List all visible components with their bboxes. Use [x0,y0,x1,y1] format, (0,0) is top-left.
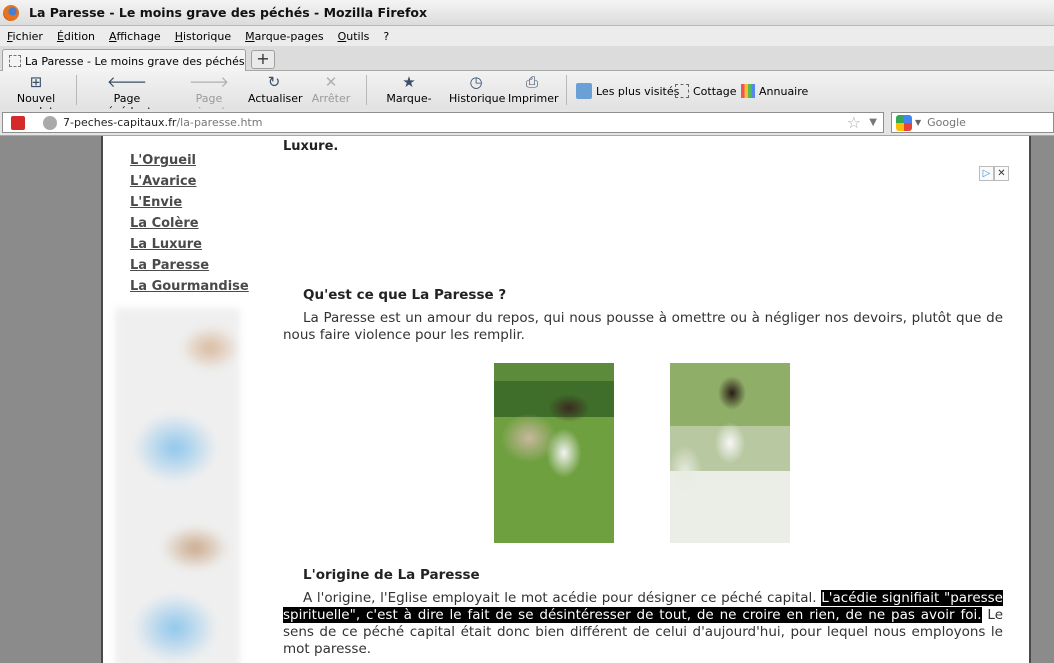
firefox-logo-icon [3,4,19,21]
back-button[interactable]: 🡐 Page précédente [84,73,170,118]
history-button[interactable]: ◷ Historique [449,73,506,108]
menu-affichage[interactable]: Affichage [102,30,168,43]
window-title: La Paresse - Le moins grave des péchés -… [29,5,428,20]
bookmark-cottage[interactable]: Cottage [675,82,737,100]
google-engine-icon[interactable] [896,114,912,131]
bookmark-label: Les plus visités [596,84,680,98]
print-button[interactable]: ⎙ Imprimer [508,73,559,108]
page-content-column: L'Orgueil L'Avarice L'Envie La Colère La… [101,136,1031,663]
chevron-down-icon[interactable]: ▼ [869,117,877,128]
menu-bar: Fichier Édition Affichage Historique Mar… [0,26,1054,46]
page-favicon-icon [9,55,21,67]
bookmark-star-icon: ★ [402,73,416,91]
new-tab-icon: ⊞ [29,73,43,91]
new-tab-toolbar-button[interactable]: ⊞ Nouvel onglet [2,73,70,118]
menu-outils[interactable]: Outils [331,30,377,43]
nav-link-paresse[interactable]: La Paresse [130,255,249,276]
clock-icon: ◷ [469,73,483,91]
bookmarks-button[interactable]: ★ Marque-pages [372,73,446,118]
menu-marque-pages[interactable]: Marque-pages [238,30,330,43]
bookmark-most-visited[interactable]: Les plus visités [576,82,679,100]
close-icon[interactable]: ✕ [994,166,1009,181]
photo-woman-in-chair [494,363,614,543]
stop-label: Arrêter [311,92,351,105]
new-tab-button[interactable]: + [251,50,275,69]
bookmark-label: Cottage [693,84,737,98]
menu-historique[interactable]: Historique [168,30,238,43]
url-domain: 7-peches-capitaux.fr [63,116,177,129]
stop-button[interactable]: ✕ Arrêter [308,74,354,108]
adchoices-icon[interactable]: ▷ [979,166,994,181]
nav-link-avarice[interactable]: L'Avarice [130,171,249,192]
nav-link-gourmandise[interactable]: La Gourmandise [130,276,249,297]
chevron-down-icon[interactable]: ▼ [915,118,921,127]
nav-link-luxure[interactable]: La Luxure [130,234,249,255]
tab-bar: La Paresse - Le moins grave des péchés + [0,46,1054,72]
page-viewport: L'Orgueil L'Avarice L'Envie La Colère La… [0,136,1054,663]
reload-button[interactable]: ↻ Actualiser [248,73,303,108]
navigation-toolbar: ⊞ Nouvel onglet 🡐 Page précédente 🡒 Page… [0,71,1054,118]
sidebar-advertisement[interactable] [115,308,240,663]
menu-fichier[interactable]: Fichier [0,30,50,43]
section-text-definition: La Paresse est un amour du repos, qui no… [283,310,1003,343]
ad-choices: ▷ ✕ [979,166,1009,181]
stop-icon: ✕ [324,73,338,91]
page-icon [675,84,689,98]
reload-label: Actualiser [248,92,303,105]
url-path: /la-paresse.htm [176,116,263,129]
search-input[interactable] [927,116,1048,129]
site-identity-icon[interactable] [43,115,57,130]
address-bar[interactable]: 7-peches-capitaux.fr/la-paresse.htm ☆ ▼ [2,112,884,133]
history-label: Historique [449,92,506,105]
section-title-origin: L'origine de La Paresse [303,567,480,583]
nav-link-colere[interactable]: La Colère [130,213,249,234]
menu-edition[interactable]: Édition [50,30,102,43]
bookmark-label: Annuaire [759,84,809,98]
photo-woman-resting [670,363,790,543]
section-title-definition: Qu'est ce que La Paresse ? [303,287,507,303]
lead-text: Luxure. [283,139,339,154]
address-toolbar: 7-peches-capitaux.fr/la-paresse.htm ☆ ▼ … [0,109,1054,136]
arrow-right-icon: 🡒 [188,73,230,91]
forward-button[interactable]: 🡒 Page suivante [172,73,246,118]
home-icon[interactable] [11,115,25,130]
annuaire-icon [741,84,755,98]
bookmark-star-icon[interactable]: ☆ [847,113,861,132]
nav-link-orgueil[interactable]: L'Orgueil [130,150,249,171]
reload-icon: ↻ [267,73,281,91]
url-text: 7-peches-capitaux.fr/la-paresse.htm [63,116,262,129]
origin-text-part: A l'origine, l'Eglise employait le mot a… [303,590,822,606]
nav-link-envie[interactable]: L'Envie [130,192,249,213]
sins-navigation: L'Orgueil L'Avarice L'Envie La Colère La… [130,150,249,297]
search-bar: ▼ [891,112,1054,133]
arrow-left-icon: 🡐 [106,73,148,91]
window-titlebar: La Paresse - Le moins grave des péchés -… [0,0,1054,26]
menu-help[interactable]: ? [376,30,396,43]
most-visited-icon [576,83,592,99]
tab-la-paresse[interactable]: La Paresse - Le moins grave des péchés [2,49,246,72]
bookmark-annuaire[interactable]: Annuaire [741,82,808,100]
printer-icon: ⎙ [525,73,538,91]
print-label: Imprimer [508,92,559,105]
tab-label: La Paresse - Le moins grave des péchés [25,54,245,68]
section-text-origin: A l'origine, l'Eglise employait le mot a… [283,590,1003,658]
